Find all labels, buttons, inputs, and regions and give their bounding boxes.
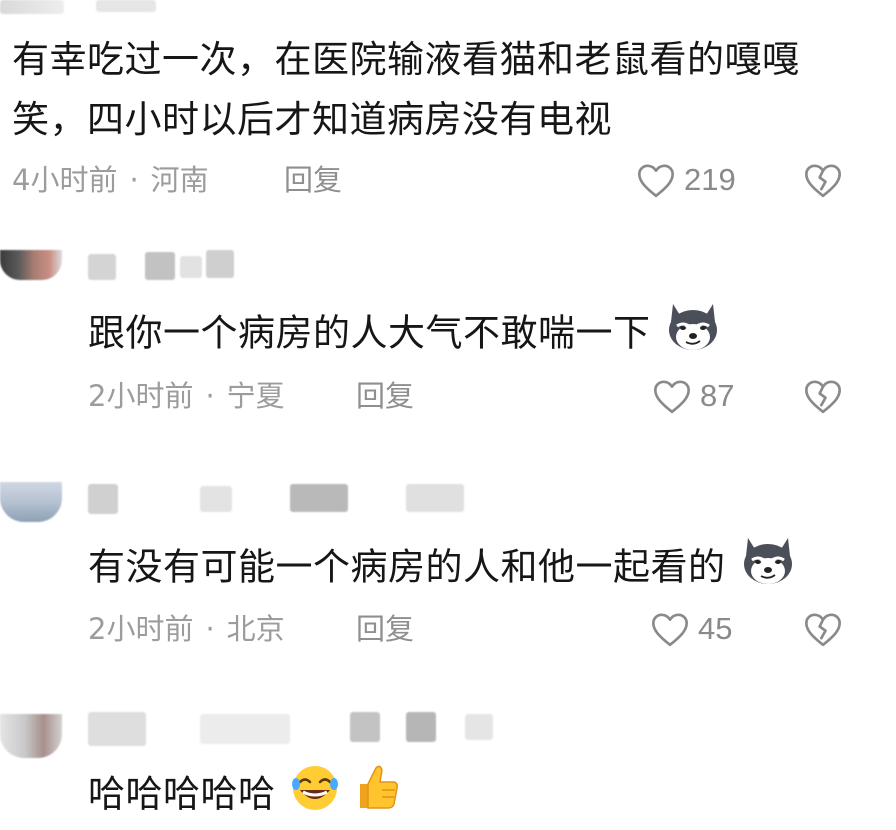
comment-location: 宁夏 [226,379,285,413]
dislike-button[interactable] [803,610,843,650]
comment-time: 2小时前 [88,612,194,646]
username-blur [88,484,118,514]
username-blur [180,256,202,278]
broken-heart-icon [803,164,843,203]
meta-separator: · [205,379,215,413]
husky-smirk-emoji-icon [738,532,798,606]
heart-outline-icon [650,610,690,648]
comment-location: 北京 [226,612,285,646]
heart-outline-icon [652,377,692,415]
comment-text: 哈哈哈哈哈 [88,762,402,830]
reply-button[interactable]: 回复 [284,162,342,198]
broken-heart-icon [803,380,843,419]
username-blur [290,484,348,512]
username-blur [200,486,232,512]
like-button[interactable]: 219 [636,160,736,200]
dislike-button[interactable] [803,377,843,417]
comment-text: 有没有可能一个病房的人和他一起看的 [88,532,798,606]
avatar[interactable] [0,714,62,758]
username-blur [88,254,116,280]
comment-text: 跟你一个病房的人大气不敢喘一下 [88,298,723,372]
dislike-button[interactable] [803,161,843,201]
comment-text: 有幸吃过一次，在医院输液看猫和老鼠看的嘎嘎 笑，四小时以后才知道病房没有电视 [12,38,800,141]
comment-meta: 2小时前 · 宁夏 [88,378,285,414]
broken-heart-icon [803,613,843,652]
avatar[interactable] [0,250,62,280]
username-blur [145,252,175,280]
like-count: 87 [700,378,735,413]
comment-meta: 4小时前 · 河南 [12,162,209,198]
username-blur [406,484,464,512]
avatar-top-partial[interactable] [0,0,64,14]
meta-separator: · [205,612,215,646]
rolling-laughing-emoji-icon [288,762,342,830]
like-button[interactable]: 45 [650,609,732,649]
meta-separator: · [129,163,139,197]
username-blur [88,712,146,746]
like-button[interactable]: 87 [652,376,734,416]
like-count: 45 [698,611,733,646]
username-blur [206,250,234,278]
avatar[interactable] [0,482,62,522]
husky-smirk-emoji-icon [663,298,723,372]
username-blur [200,714,290,744]
username-blur [350,712,380,742]
reply-button[interactable]: 回复 [356,611,414,647]
username-blur-top [96,0,156,12]
thumbs-up-emoji-icon [354,762,402,830]
heart-outline-icon [636,161,676,199]
comment-time: 2小时前 [88,379,194,413]
username-blur [406,712,436,742]
comment-meta: 2小时前 · 北京 [88,611,285,647]
like-count: 219 [684,162,736,197]
comment-location: 河南 [150,163,209,197]
username-blur [465,714,493,740]
reply-button[interactable]: 回复 [356,378,414,414]
comment-time: 4小时前 [12,163,118,197]
